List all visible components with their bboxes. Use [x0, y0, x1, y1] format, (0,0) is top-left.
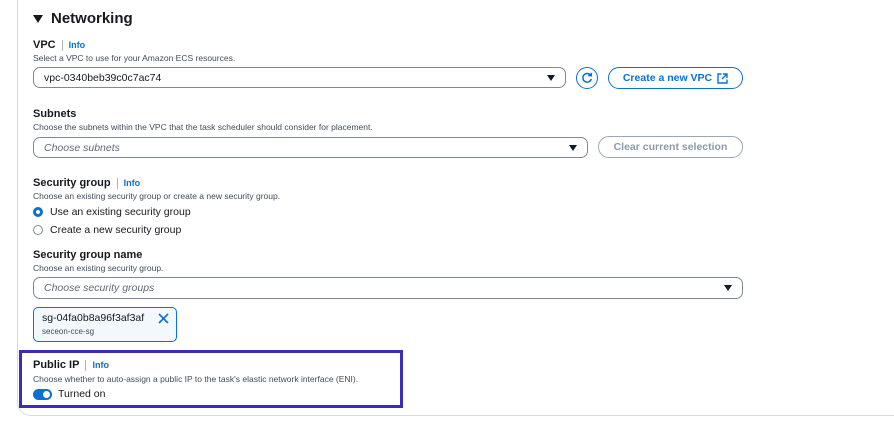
- security-group-info-link[interactable]: Info: [116, 177, 140, 189]
- security-group-token: sg-04fa0b8a96f3af3af seceon-cce-sg: [33, 307, 177, 342]
- vpc-select-value: vpc-0340beb39c0c7ac74: [44, 71, 162, 84]
- public-ip-info-link[interactable]: Info: [85, 359, 109, 371]
- security-group-name-label: Security group name: [33, 249, 142, 261]
- public-ip-toggle-label: Turned on: [58, 388, 106, 400]
- public-ip-toggle-row[interactable]: Turned on: [33, 388, 105, 400]
- token-subtitle: seceon-cce-sg: [42, 327, 95, 336]
- create-vpc-button[interactable]: Create a new VPC: [608, 67, 743, 89]
- security-group-name-label-text: Security group name: [33, 249, 143, 261]
- vpc-label-text: VPC: [33, 39, 56, 51]
- radio-new-label: Create a new security group: [50, 224, 182, 236]
- token-value: sg-04fa0b8a96f3af3af: [42, 312, 145, 324]
- public-ip-label-text: Public IP: [33, 359, 80, 371]
- toggle-knob: [43, 390, 50, 398]
- create-vpc-button-label: Create a new VPC: [622, 72, 713, 84]
- vpc-description: Select a VPC to use for your Amazon ECS …: [33, 53, 236, 63]
- subnets-label: Subnets: [33, 108, 76, 120]
- radio-existing-label: Use an existing security group: [50, 206, 191, 218]
- public-ip-description: Choose whether to auto-assign a public I…: [33, 374, 359, 384]
- close-icon[interactable]: [158, 313, 169, 324]
- external-link-icon: [717, 72, 728, 84]
- security-groups-placeholder: Choose security groups: [44, 282, 155, 294]
- security-group-description: Choose an existing security group or cre…: [33, 191, 281, 201]
- dropdown-triangle-icon: [569, 145, 577, 151]
- clear-selection-button[interactable]: Clear current selection: [598, 136, 743, 158]
- radio-checked[interactable]: [33, 207, 43, 217]
- subnets-select[interactable]: Choose subnets: [33, 137, 588, 158]
- public-ip-label: Public IP Info: [33, 359, 109, 371]
- radio-unchecked[interactable]: [33, 225, 43, 235]
- subnets-placeholder: Choose subnets: [44, 141, 120, 154]
- refresh-button[interactable]: [576, 67, 598, 89]
- networking-section-toggle[interactable]: Networking: [33, 10, 133, 27]
- section-title: Networking: [51, 10, 133, 27]
- vpc-info-link[interactable]: Info: [61, 39, 85, 51]
- security-group-label-text: Security group: [33, 177, 111, 189]
- security-group-label: Security group Info: [33, 177, 140, 189]
- subnets-label-text: Subnets: [33, 108, 77, 120]
- radio-existing-security-group[interactable]: Use an existing security group: [33, 206, 191, 218]
- vpc-select[interactable]: vpc-0340beb39c0c7ac74: [33, 67, 566, 88]
- subnets-description: Choose the subnets within the VPC that t…: [33, 122, 373, 132]
- radio-new-security-group[interactable]: Create a new security group: [33, 224, 181, 236]
- vpc-label: VPC Info: [33, 39, 85, 51]
- dropdown-triangle-icon: [724, 285, 732, 291]
- security-group-name-description: Choose an existing security group.: [33, 263, 164, 273]
- refresh-icon: [582, 72, 593, 83]
- caret-down-icon: [33, 14, 43, 23]
- security-groups-select[interactable]: Choose security groups: [33, 277, 743, 299]
- public-ip-toggle[interactable]: [33, 388, 52, 400]
- dropdown-triangle-icon: [547, 75, 555, 81]
